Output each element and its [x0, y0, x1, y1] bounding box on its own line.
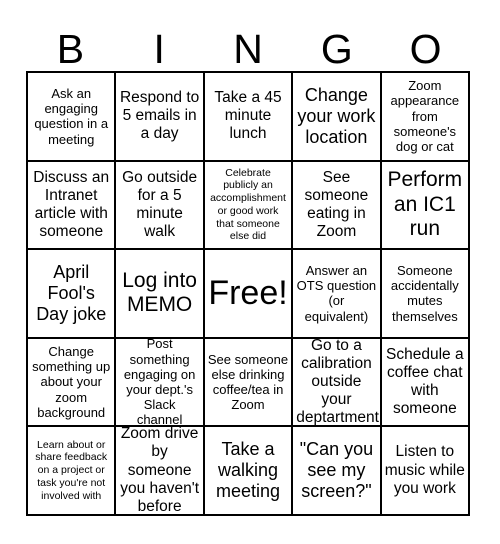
bingo-cell-text: Learn about or share feedback on a proje… — [35, 438, 108, 502]
bingo-cell-free[interactable]: Free! — [204, 250, 294, 339]
bingo-cell[interactable]: Learn about or share feedback on a proje… — [28, 427, 117, 516]
bingo-cell-text: Free! — [208, 273, 288, 312]
bingo-cell[interactable]: See someone else drinking coffee/tea in … — [204, 338, 294, 428]
bingo-cell-text: See someone eating in Zoom — [304, 168, 369, 241]
bingo-cell[interactable]: Take a 45 minute lunch — [204, 73, 294, 162]
bingo-grid: Ask an engaging question in a meeting Re… — [26, 71, 471, 516]
bingo-cell-text: Go outside for a 5 minute walk — [122, 168, 198, 241]
bingo-cell[interactable]: Listen to music while you work — [381, 427, 471, 516]
bingo-cell[interactable]: Schedule a coffee chat with someone — [381, 338, 471, 428]
bingo-cell[interactable]: Log into MEMO — [116, 250, 205, 339]
header-letter-o: O — [409, 26, 442, 72]
bingo-cell[interactable]: "Can you see my screen?" — [293, 427, 382, 516]
bingo-cell[interactable]: Change your work location — [293, 73, 382, 162]
bingo-cell-text: Take a walking meeting — [215, 439, 281, 502]
bingo-row: April Fool's Day joke Log into MEMO Free… — [28, 250, 471, 339]
bingo-cell-text: Log into MEMO — [122, 268, 197, 317]
bingo-cell-text: Go to a calibration outside your deptart… — [296, 336, 379, 427]
bingo-cell-text: Zoom drive by someone you haven't before — [120, 425, 199, 515]
bingo-cell-text: Change your work location — [297, 84, 376, 147]
bingo-row: Change something up about your zoom back… — [28, 336, 471, 428]
bingo-cell-text: Respond to 5 emails in a day — [119, 89, 200, 143]
bingo-cell-text: Celebrate publicly an accomplishment or … — [210, 166, 286, 243]
bingo-cell-text: Ask an engaging question in a meeting — [34, 85, 109, 147]
bingo-row: Learn about or share feedback on a proje… — [28, 425, 471, 516]
bingo-cell[interactable]: Go outside for a 5 minute walk — [116, 161, 205, 251]
bingo-cell[interactable]: Go to a calibration outside your deptart… — [293, 336, 382, 428]
bingo-cell-text: Take a 45 minute lunch — [214, 89, 282, 143]
bingo-cell-text: Zoom appearance from someone's dog or ca… — [390, 78, 460, 155]
bingo-cell[interactable]: Change something up about your zoom back… — [28, 338, 117, 428]
bingo-cell[interactable]: Zoom drive by someone you haven't before — [116, 425, 205, 516]
bingo-cell-text: Change something up about your zoom back… — [32, 344, 111, 420]
bingo-card: B I N G O Ask an engaging question in a … — [26, 14, 471, 516]
bingo-header: B I N G O — [26, 14, 470, 71]
bingo-cell[interactable]: Someone accidentally mutes themselves — [381, 250, 471, 339]
bingo-cell-text: April Fool's Day joke — [36, 261, 107, 324]
bingo-cell[interactable]: Post something engaging on your dept.'s … — [116, 336, 205, 428]
bingo-cell-text: See someone else drinking coffee/tea in … — [207, 351, 289, 413]
bingo-cell[interactable]: Ask an engaging question in a meeting — [28, 73, 117, 162]
bingo-cell[interactable]: Take a walking meeting — [204, 427, 294, 516]
bingo-cell[interactable]: Respond to 5 emails in a day — [116, 73, 205, 162]
header-letter-n: N — [233, 26, 263, 72]
bingo-cell[interactable]: Perform an IC1 run — [381, 161, 471, 251]
bingo-cell[interactable]: April Fool's Day joke — [28, 250, 117, 339]
bingo-cell-text: Answer an OTS question (or equivalent) — [296, 263, 377, 324]
bingo-cell-text: Discuss an Intranet article with someone — [33, 168, 110, 241]
bingo-cell[interactable]: Discuss an Intranet article with someone — [28, 161, 117, 251]
bingo-cell[interactable]: Celebrate publicly an accomplishment or … — [204, 161, 294, 251]
bingo-row: Ask an engaging question in a meeting Re… — [28, 73, 471, 162]
bingo-cell[interactable]: Answer an OTS question (or equivalent) — [293, 250, 382, 339]
header-letter-g: G — [320, 26, 353, 72]
bingo-cell-text: Schedule a coffee chat with someone — [386, 345, 464, 418]
bingo-cell[interactable]: Zoom appearance from someone's dog or ca… — [381, 73, 471, 162]
bingo-cell-text: "Can you see my screen?" — [299, 439, 374, 502]
bingo-cell-text: Someone accidentally mutes themselves — [390, 263, 459, 324]
header-letter-i: I — [153, 26, 165, 72]
bingo-cell-text: Listen to music while you work — [384, 443, 465, 497]
header-letter-b: B — [56, 26, 85, 72]
bingo-cell[interactable]: See someone eating in Zoom — [293, 161, 382, 251]
bingo-cell-text: Perform an IC1 run — [387, 168, 463, 241]
bingo-row: Discuss an Intranet article with someone… — [28, 161, 471, 251]
bingo-cell-text: Post something engaging on your dept.'s … — [123, 336, 196, 428]
